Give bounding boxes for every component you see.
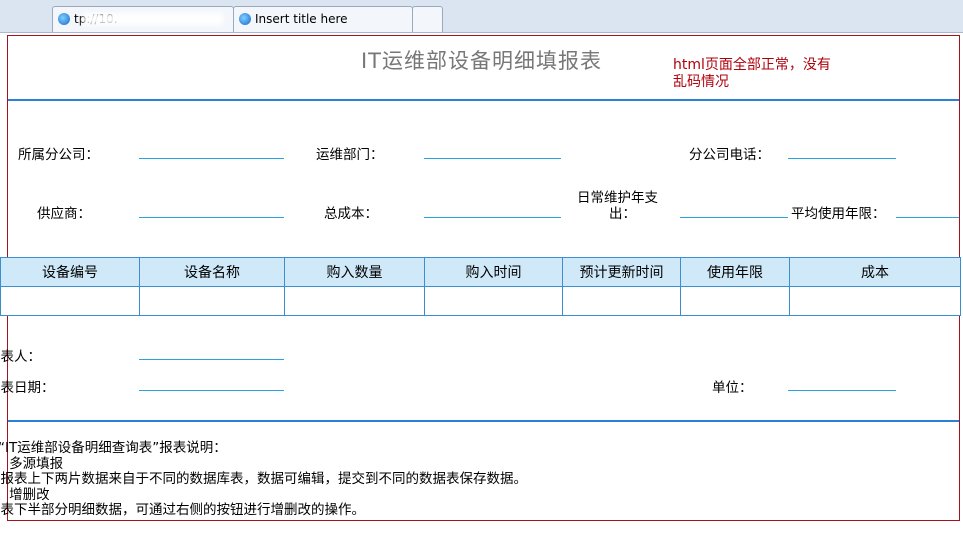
col-header-years: 使用年限 bbox=[680, 257, 790, 287]
dept-input[interactable] bbox=[424, 158, 561, 159]
phone-input[interactable] bbox=[788, 158, 896, 159]
phone-label: 分公司电话： bbox=[689, 147, 770, 163]
avg-years-input[interactable] bbox=[896, 217, 959, 218]
table-cell[interactable] bbox=[680, 286, 790, 316]
table-header-row: 设备编号 设备名称 购入数量 购入时间 预计更新时间 使用年限 成本 bbox=[0, 257, 961, 287]
page-icon bbox=[58, 13, 70, 25]
maintenance-input[interactable] bbox=[680, 217, 788, 218]
table-cell[interactable] bbox=[0, 286, 140, 316]
description-line: 报表下半部分明细数据，可通过右侧的按钮进行增删改的操作。 bbox=[0, 502, 365, 518]
branch-label: 所属分公司： bbox=[18, 147, 99, 163]
unit-label: 单位： bbox=[712, 380, 753, 396]
supplier-label: 供应商： bbox=[37, 206, 91, 222]
supplier-input[interactable] bbox=[139, 217, 284, 218]
table-cell[interactable] bbox=[562, 286, 681, 316]
dept-label: 运维部门： bbox=[316, 147, 384, 163]
col-header-purchase-date: 购入时间 bbox=[424, 257, 563, 287]
col-header-quantity: 购入数量 bbox=[284, 257, 425, 287]
equipment-table: 设备编号 设备名称 购入数量 购入时间 预计更新时间 使用年限 成本 bbox=[0, 257, 961, 316]
new-tab-button[interactable] bbox=[412, 6, 443, 32]
table-cell[interactable] bbox=[284, 286, 425, 316]
avg-years-label: 平均使用年限： bbox=[791, 206, 886, 222]
maker-label: 制表人： bbox=[0, 349, 41, 365]
description-line: 该报表上下两片数据来自于不同的数据库表，数据可编辑，提交到不同的数据表保存数据。 bbox=[0, 471, 527, 487]
description-line: 2、增删改 bbox=[0, 486, 50, 503]
redaction-blur bbox=[83, 13, 223, 25]
table-row bbox=[0, 286, 961, 316]
total-cost-label: 总成本： bbox=[324, 206, 378, 222]
date-label: 制表日期： bbox=[0, 380, 55, 396]
unit-input[interactable] bbox=[788, 390, 896, 391]
report-description: “IT运维部设备明细查询表”报表说明： 1、多源填报 该报表上下两片数据来自于不… bbox=[0, 440, 527, 519]
ie-icon bbox=[239, 13, 251, 25]
col-header-cost: 成本 bbox=[789, 257, 961, 287]
col-header-device-name: 设备名称 bbox=[139, 257, 285, 287]
browser-tab-active[interactable]: Insert title here bbox=[233, 6, 413, 32]
date-input[interactable] bbox=[139, 390, 284, 391]
col-header-renewal-date: 预计更新时间 bbox=[562, 257, 681, 287]
tab-label: Insert title here bbox=[255, 12, 348, 26]
maintenance-label-line2: 出： bbox=[609, 206, 636, 222]
table-cell[interactable] bbox=[789, 286, 961, 316]
browser-tab-url[interactable]: tp://10. bbox=[52, 6, 234, 32]
footer-divider bbox=[8, 420, 959, 422]
table-cell[interactable] bbox=[424, 286, 563, 316]
encoding-note: html页面全部正常，没有 乱码情况 bbox=[673, 57, 831, 90]
description-title: “IT运维部设备明细查询表”报表说明： bbox=[0, 440, 227, 456]
description-line: 1、多源填报 bbox=[0, 455, 64, 472]
total-cost-input[interactable] bbox=[424, 217, 561, 218]
maker-input[interactable] bbox=[139, 359, 284, 360]
branch-input[interactable] bbox=[139, 158, 284, 159]
col-header-device-id: 设备编号 bbox=[0, 257, 140, 287]
browser-tab-bar: tp://10. Insert title here bbox=[0, 0, 963, 33]
table-cell[interactable] bbox=[139, 286, 285, 316]
title-divider bbox=[8, 99, 959, 101]
